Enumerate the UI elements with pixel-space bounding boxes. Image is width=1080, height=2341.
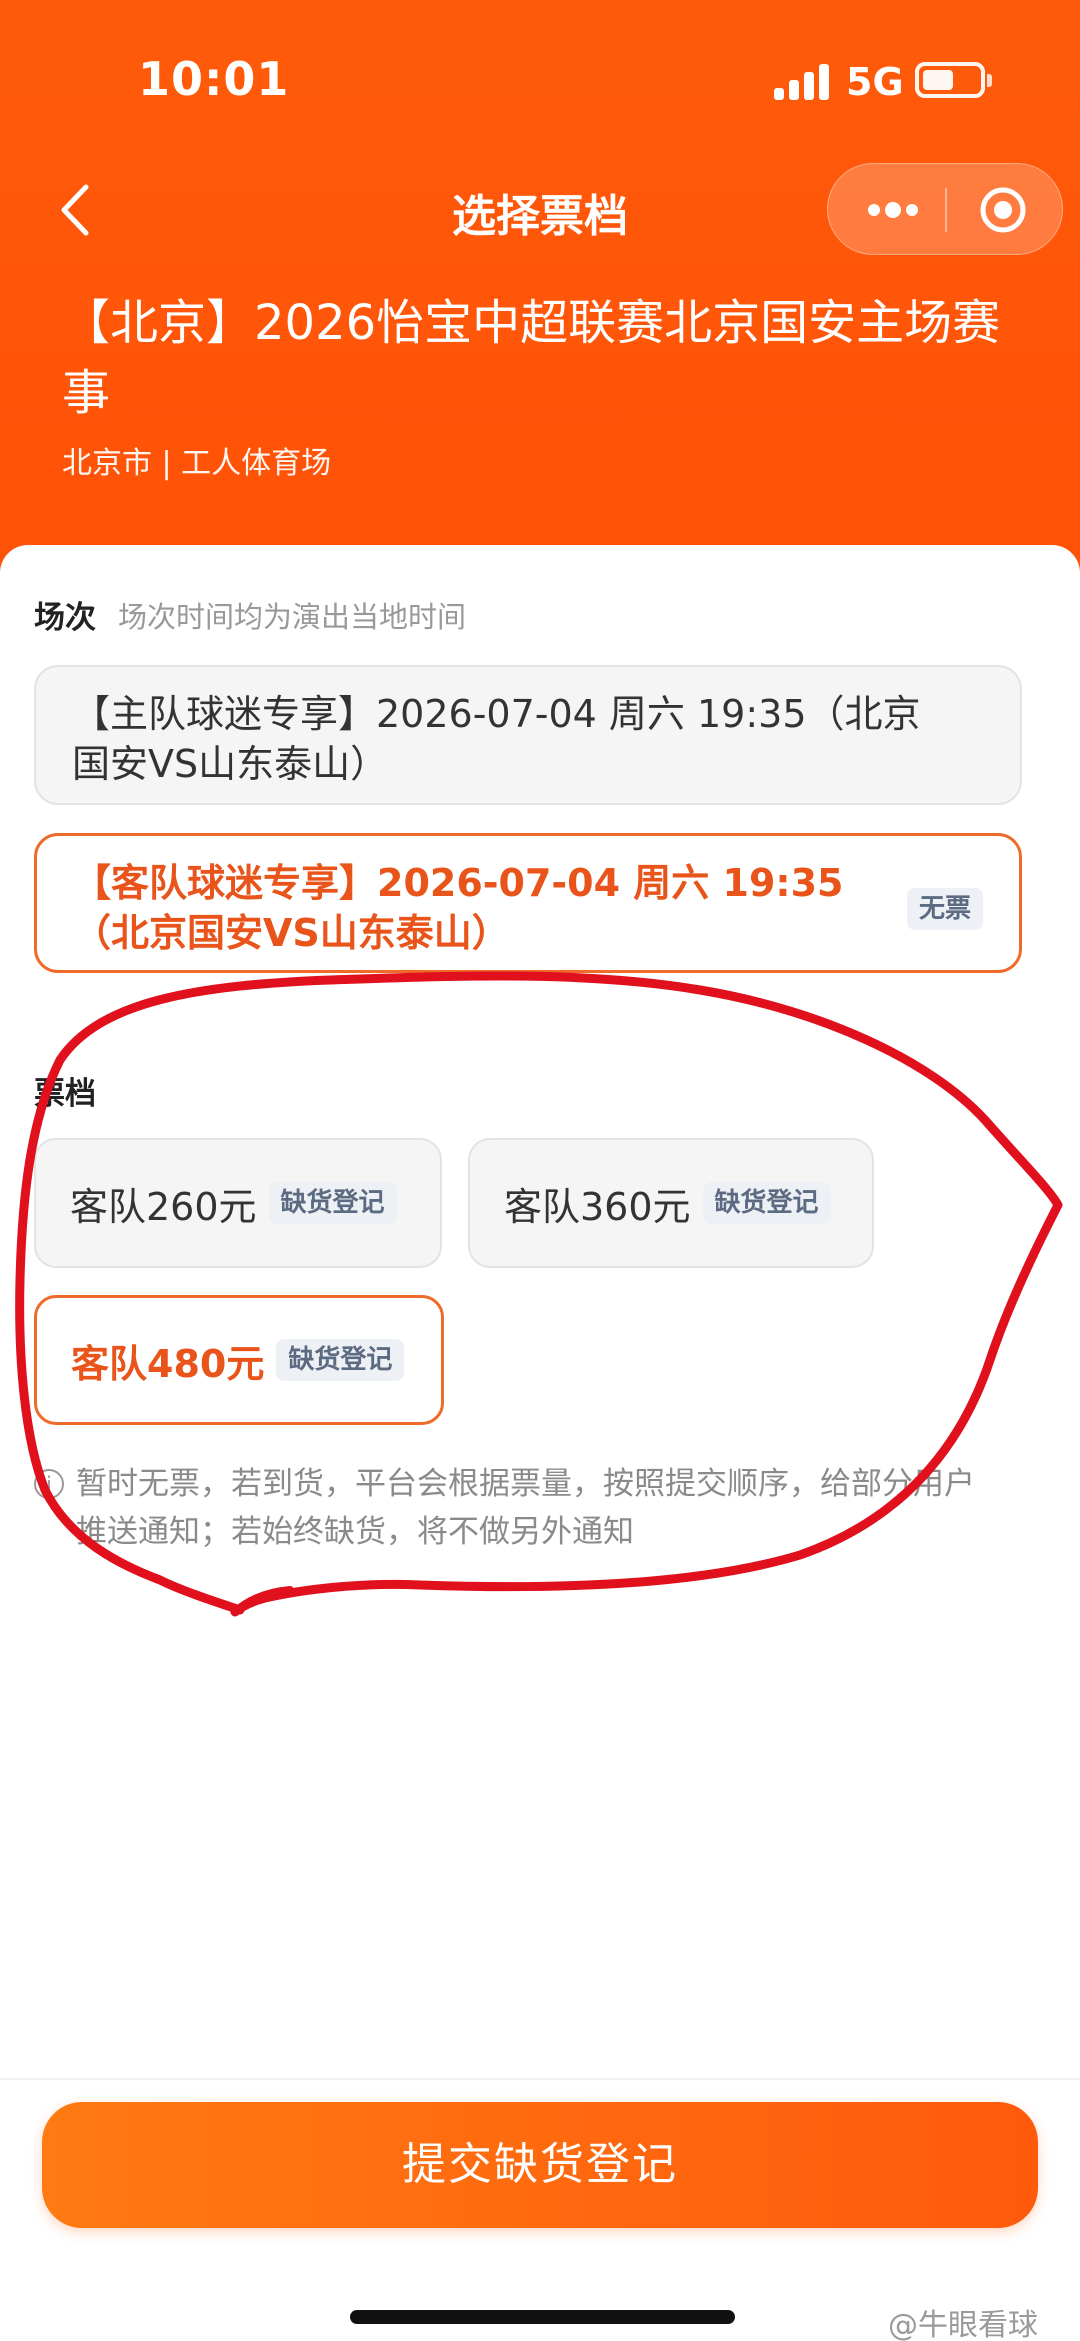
notice-line-1: 暂时无票，若到货，平台会根据票量，按照提交顺序，给部分用户 (76, 1466, 975, 1502)
session-line-1: 【主队球迷专享】2026-07-04 周六 19:35（北京 (72, 692, 921, 736)
session-option-away[interactable]: 【客队球迷专享】2026-07-04 周六 19:35 （北京国安VS山东泰山）… (34, 833, 1022, 973)
session-line-2: 国安VS山东泰山） (72, 742, 389, 786)
tier-option-480[interactable]: 客队480元 缺货登记 (34, 1295, 444, 1425)
event-venue: 北京市 | 工人体育场 (62, 446, 332, 481)
ticket-sheet (0, 545, 1080, 2341)
sold-out-badge: 无票 (906, 888, 983, 930)
tier-name: 客队260元 (70, 1184, 257, 1229)
more-icon[interactable] (858, 188, 928, 232)
notice-line-2: 推送通知；若始终缺货，将不做另外通知 (76, 1514, 634, 1550)
session-line-1: 【客队球迷专享】2026-07-04 周六 19:35 (73, 861, 844, 905)
watermark: @牛眼看球 (888, 2308, 1038, 2341)
status-time: 10:01 (138, 52, 290, 106)
tier-name: 客队480元 (71, 1341, 265, 1386)
session-option-home[interactable]: 【主队球迷专享】2026-07-04 周六 19:35（北京 国安VS山东泰山） (34, 665, 1022, 805)
signal-icon (774, 62, 834, 100)
submit-waitlist-button[interactable]: 提交缺货登记 (42, 2102, 1038, 2228)
event-title: 【北京】2026怡宝中超联赛北京国安主场赛事 (62, 295, 1001, 421)
session-section-label: 场次 (34, 600, 96, 636)
capsule-divider (945, 188, 947, 232)
tier-name: 客队360元 (504, 1184, 691, 1229)
battery-tip (987, 74, 992, 87)
waitlist-badge: 缺货登记 (268, 1182, 397, 1224)
tier-option-260[interactable]: 客队260元 缺货登记 (34, 1138, 442, 1268)
stock-notice: i 暂时无票，若到货，平台会根据票量，按照提交顺序，给部分用户 推送通知；若始终缺… (34, 1460, 1044, 1556)
mini-program-capsule (827, 163, 1063, 255)
battery-icon (915, 62, 985, 98)
network-type: 5G (846, 60, 904, 104)
close-icon[interactable] (968, 186, 1038, 234)
status-bar: 10:01 5G (0, 0, 1080, 150)
tier-option-360[interactable]: 客队360元 缺货登记 (468, 1138, 874, 1268)
info-icon: i (34, 1469, 64, 1499)
home-indicator (350, 2310, 735, 2324)
session-line-2: （北京国安VS山东泰山） (73, 911, 510, 955)
waitlist-badge: 缺货登记 (276, 1339, 405, 1381)
waitlist-badge: 缺货登记 (702, 1182, 831, 1224)
tier-section-label: 票档 (34, 1076, 96, 1112)
session-section-hint: 场次时间均为演出当地时间 (118, 600, 467, 634)
